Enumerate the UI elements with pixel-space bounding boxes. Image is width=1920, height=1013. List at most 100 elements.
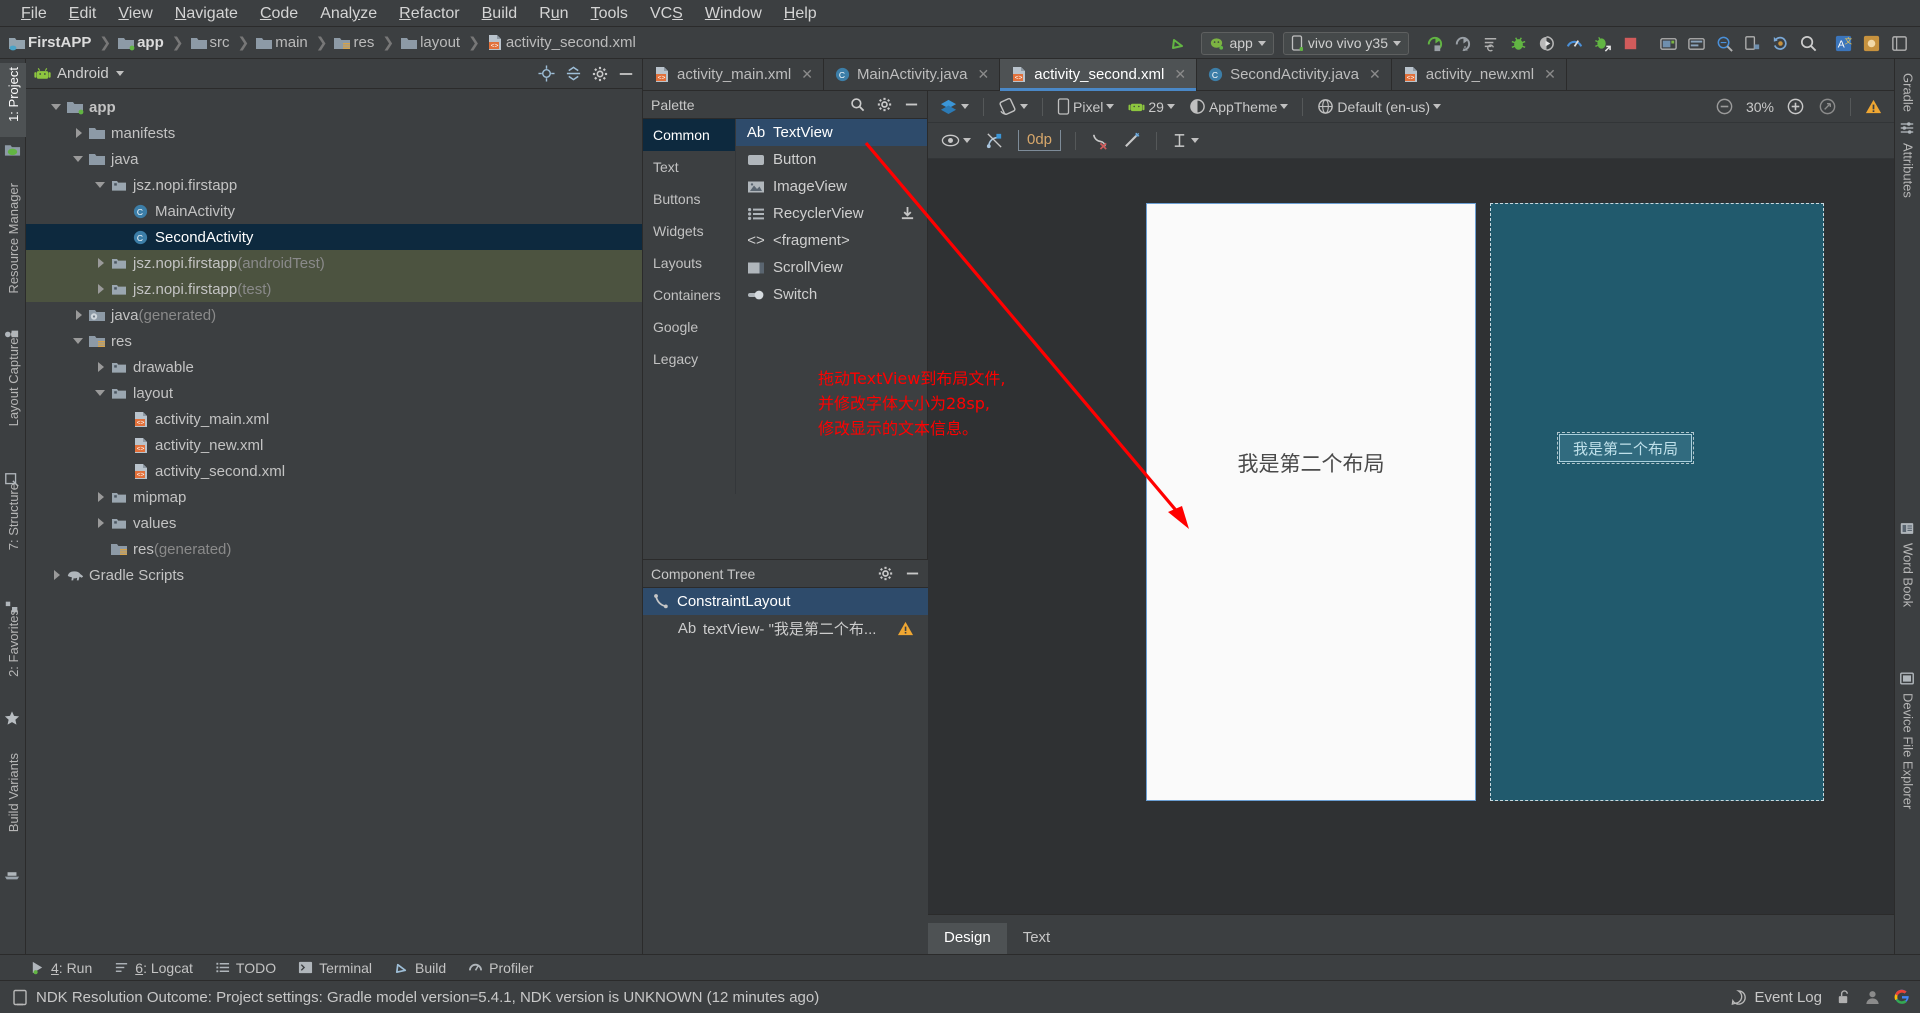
close-icon[interactable]: ✕ [1174,66,1186,83]
menu-item-tools[interactable]: Tools [580,0,639,27]
palette-item-recyclerview[interactable]: RecyclerView [736,200,927,227]
breadcrumb-item-app[interactable]: app [117,34,166,51]
sdk-manager-icon[interactable] [1683,31,1709,55]
sync-gradle-icon[interactable] [1767,31,1793,55]
update-running-app-icon[interactable] [1477,31,1503,55]
search-icon[interactable] [850,97,865,112]
tree-row-secondactivity[interactable]: C SecondActivity [26,224,642,250]
palette-category-containers[interactable]: Containers [643,279,735,311]
bottom-tool-build[interactable]: Build [394,960,446,976]
gear-icon[interactable] [878,566,893,581]
palette-category-legacy[interactable]: Legacy [643,343,735,375]
component-tree-node-constraintlayout[interactable]: ConstraintLayout [643,588,928,615]
layout-inspector-icon[interactable] [1711,31,1737,55]
tree-row-java[interactable]: java [26,146,642,172]
menu-item-file[interactable]: File [10,0,58,27]
eye-icon[interactable] [936,130,976,151]
tree-row-gradle-scripts[interactable]: Gradle Scripts [26,562,642,588]
component-tree-node-textview[interactable]: Ab textView- "我是第二个布... [643,615,928,642]
make-project-icon[interactable] [1165,31,1191,55]
menu-item-analyze[interactable]: Analyze [309,0,388,27]
tree-row-mipmap[interactable]: mipmap [26,484,642,510]
tree-row-activity-main-xml[interactable]: <> activity_main.xml [26,406,642,432]
tree-closed-arrow-icon[interactable] [50,568,64,582]
close-icon[interactable]: ✕ [801,66,813,83]
bottom-tool-todo[interactable]: TODO [215,960,276,976]
tree-closed-arrow-icon[interactable] [94,360,108,374]
project-tree[interactable]: app manifests java jsz.nopi.firstapp C MainAc… [26,89,642,588]
user-icon[interactable] [1865,989,1880,1005]
palette-category-buttons[interactable]: Buttons [643,183,735,215]
project-view-selector[interactable]: Android [57,65,109,82]
run-anything-icon[interactable] [1589,31,1615,55]
tree-closed-arrow-icon[interactable] [94,516,108,530]
menu-item-help[interactable]: Help [773,0,828,27]
hide-panel-icon[interactable] [618,66,634,82]
palette-item-button[interactable]: Button [736,146,927,173]
design-editor-tab-text[interactable]: Text [1007,923,1067,954]
minimize-icon[interactable] [904,97,919,112]
menu-item-window[interactable]: Window [694,0,773,27]
tree-row-res[interactable]: res [26,328,642,354]
orientation-selector[interactable] [993,94,1033,119]
tree-row-values[interactable]: values [26,510,642,536]
left-tool-tab-1--project[interactable]: 1: Project [0,63,26,137]
blueprint-preview[interactable]: 我是第二个布局 [1490,203,1824,801]
run-configuration-selector[interactable]: app [1201,31,1274,55]
lock-open-icon[interactable] [1836,989,1851,1005]
google-icon[interactable] [1894,989,1910,1005]
profiler-icon[interactable] [1561,31,1587,55]
breadcrumb-item-layout[interactable]: layout [400,34,462,51]
design-mode-selector[interactable] [934,95,974,118]
editor-tab-activity-new-xml[interactable]: <> activity_new.xml ✕ [1392,59,1567,90]
tree-row-activity-new-xml[interactable]: <> activity_new.xml [26,432,642,458]
attach-debugger-icon[interactable] [1533,31,1559,55]
breadcrumb-item-res[interactable]: res [333,34,376,51]
tree-closed-arrow-icon[interactable] [94,256,108,270]
breadcrumb-item-firstapp[interactable]: FirstAPP [8,34,93,51]
menu-item-edit[interactable]: Edit [58,0,108,27]
palette-item-scrollview[interactable]: ScrollView [736,254,927,281]
palette-category-google[interactable]: Google [643,311,735,343]
tree-closed-arrow-icon[interactable] [72,308,86,322]
status-message[interactable]: NDK Resolution Outcome: Project settings… [36,989,819,1006]
api-level-selector[interactable]: 29 [1123,96,1180,118]
tree-closed-arrow-icon[interactable] [94,490,108,504]
tree-closed-arrow-icon[interactable] [72,126,86,140]
tree-row-res[interactable]: res (generated) [26,536,642,562]
breadcrumb-item-src[interactable]: src [190,34,232,51]
left-tool-tab-build-variants[interactable]: Build Variants [0,749,26,861]
tree-row-layout[interactable]: layout [26,380,642,406]
editor-tab-activity-main-xml[interactable]: <> activity_main.xml ✕ [643,59,824,90]
design-canvas[interactable]: 我是第二个布局 我是第二个布局 [928,159,1894,914]
palette-item-fragment[interactable]: <> <fragment> [736,227,927,254]
close-icon[interactable]: ✕ [978,66,990,83]
tree-row-app[interactable]: app [26,94,642,120]
tree-row-mainactivity[interactable]: C MainActivity [26,198,642,224]
menu-item-vcs[interactable]: VCS [639,0,694,27]
palette-item-textview[interactable]: Ab TextView [736,119,927,146]
bottom-tool-profiler[interactable]: Profiler [468,960,534,976]
guidelines-icon[interactable] [1166,129,1204,152]
blueprint-textview[interactable]: 我是第二个布局 [1557,432,1694,464]
left-tool-tab-2--favorites[interactable]: 2: Favorites [0,605,26,705]
chevron-down-icon[interactable] [115,71,124,76]
infer-constraints-icon[interactable] [1118,128,1147,153]
apply-code-changes-icon[interactable]: A [1449,31,1475,55]
device-render-preview[interactable]: 我是第二个布局 [1146,203,1476,801]
clear-constraints-icon[interactable] [1085,128,1114,153]
palette-categories[interactable]: Common Text Buttons Widgets Layouts Container… [643,119,735,494]
tree-row-manifests[interactable]: manifests [26,120,642,146]
tree-row-jsz-nopi-firstapp[interactable]: jsz.nopi.firstapp (test) [26,276,642,302]
menu-item-code[interactable]: Code [249,0,309,27]
right-tool-tab-word-book[interactable]: Word Book [1895,539,1920,644]
tree-open-arrow-icon[interactable] [72,334,86,348]
locale-selector[interactable]: Default (en-us) [1312,95,1446,118]
event-log-button[interactable]: Event Log [1730,989,1822,1006]
zoom-out-icon[interactable] [1710,94,1739,119]
tree-open-arrow-icon[interactable] [50,100,64,114]
minimize-icon[interactable] [905,566,920,581]
right-tool-tab-attributes[interactable]: Attributes [1895,139,1920,234]
menu-item-run[interactable]: Run [528,0,579,27]
palette-category-text[interactable]: Text [643,151,735,183]
